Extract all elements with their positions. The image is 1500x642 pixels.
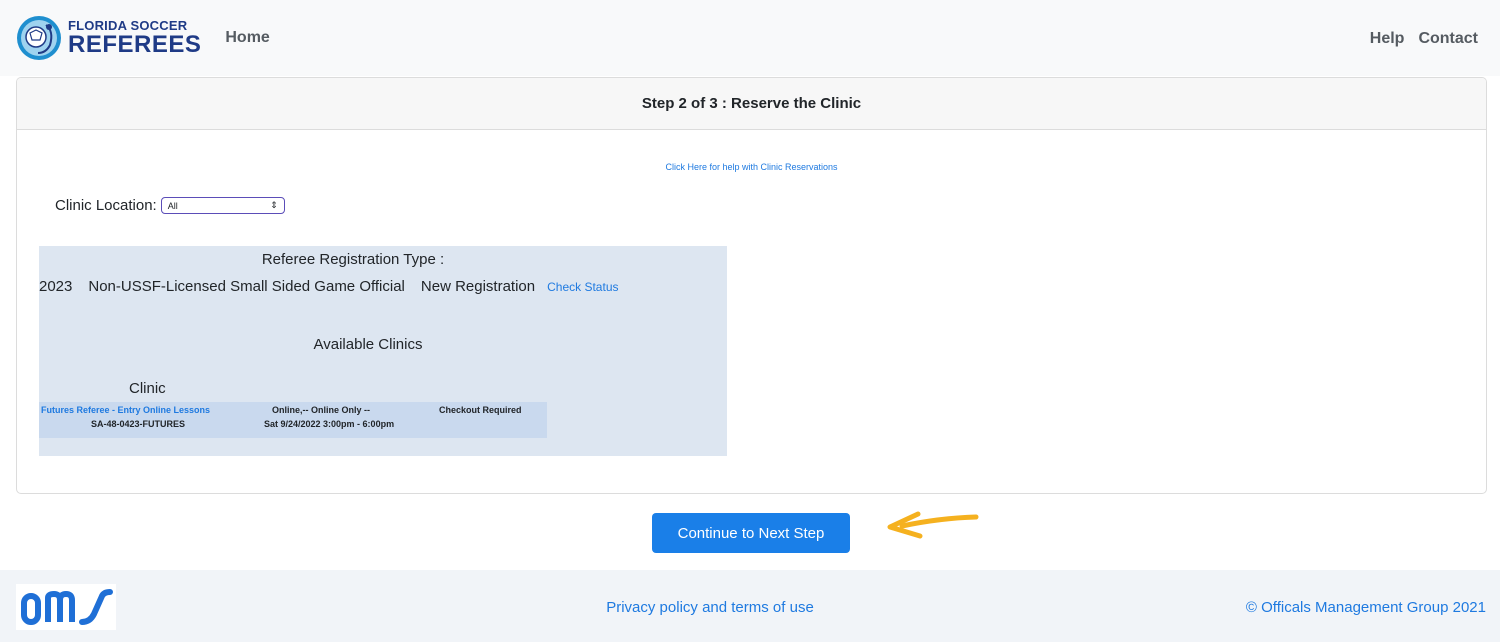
clinic-location-label: Clinic Location: [55,197,157,214]
clinic-code: SA-48-0423-FUTURES [91,419,186,429]
card-header: Step 2 of 3 : Reserve the Clinic [17,78,1486,130]
clinic-location: Online,-- Online Only -- [272,405,370,415]
select-arrows-icon: ⇕ [270,200,278,210]
clinic-location-select[interactable]: All ⇕ [160,197,285,214]
clinic-help-link[interactable]: Click Here for help with Clinic Reservat… [17,162,1486,172]
referee-badge-icon [17,16,61,60]
nav-help-link[interactable]: Help [1370,30,1405,48]
pointer-arrow-icon [887,511,979,539]
clinic-list-item: Futures Referee - Entry Online Lessons O… [39,402,547,438]
registration-official-type: Non-USSF-Licensed Small Sided Game Offic… [88,278,405,295]
clinic-column-heading: Clinic [129,380,166,397]
clinic-status: Checkout Required [439,405,522,415]
clinic-name-link[interactable]: Futures Referee - Entry Online Lessons [41,405,210,415]
brand-logo-link[interactable]: FLORIDA SOCCER REFEREES [16,12,201,64]
footer: Privacy policy and terms of use © Offica… [0,570,1500,642]
registration-row: 2023 Non-USSF-Licensed Small Sided Game … [39,278,619,295]
reserve-clinic-card: Step 2 of 3 : Reserve the Clinic Click H… [16,77,1487,494]
continue-next-step-button[interactable]: Continue to Next Step [652,513,850,553]
nav-home-link[interactable]: Home [225,29,269,47]
registration-year: 2023 [39,278,73,295]
copyright-text: © Officals Management Group 2021 [1245,599,1486,616]
brand-name-bottom: REFEREES [68,31,202,58]
nav-contact-link[interactable]: Contact [1418,30,1478,48]
clinic-location-value: All [167,200,178,211]
top-navbar: FLORIDA SOCCER REFEREES Home Help Contac… [0,0,1500,76]
check-status-link[interactable]: Check Status [547,280,618,294]
registration-kind: New Registration [420,278,536,295]
registration-panel: Referee Registration Type : 2023 Non-USS… [39,246,727,456]
registration-type-label: Referee Registration Type : [261,251,445,268]
clinic-location-row: Clinic Location: All ⇕ [55,197,285,214]
available-clinics-heading: Available Clinics [313,336,423,353]
step-title: Step 2 of 3 : Reserve the Clinic [641,95,862,112]
nav-right-links: Help Contact [1370,30,1478,48]
clinic-datetime: Sat 9/24/2022 3:00pm - 6:00pm [264,419,395,429]
